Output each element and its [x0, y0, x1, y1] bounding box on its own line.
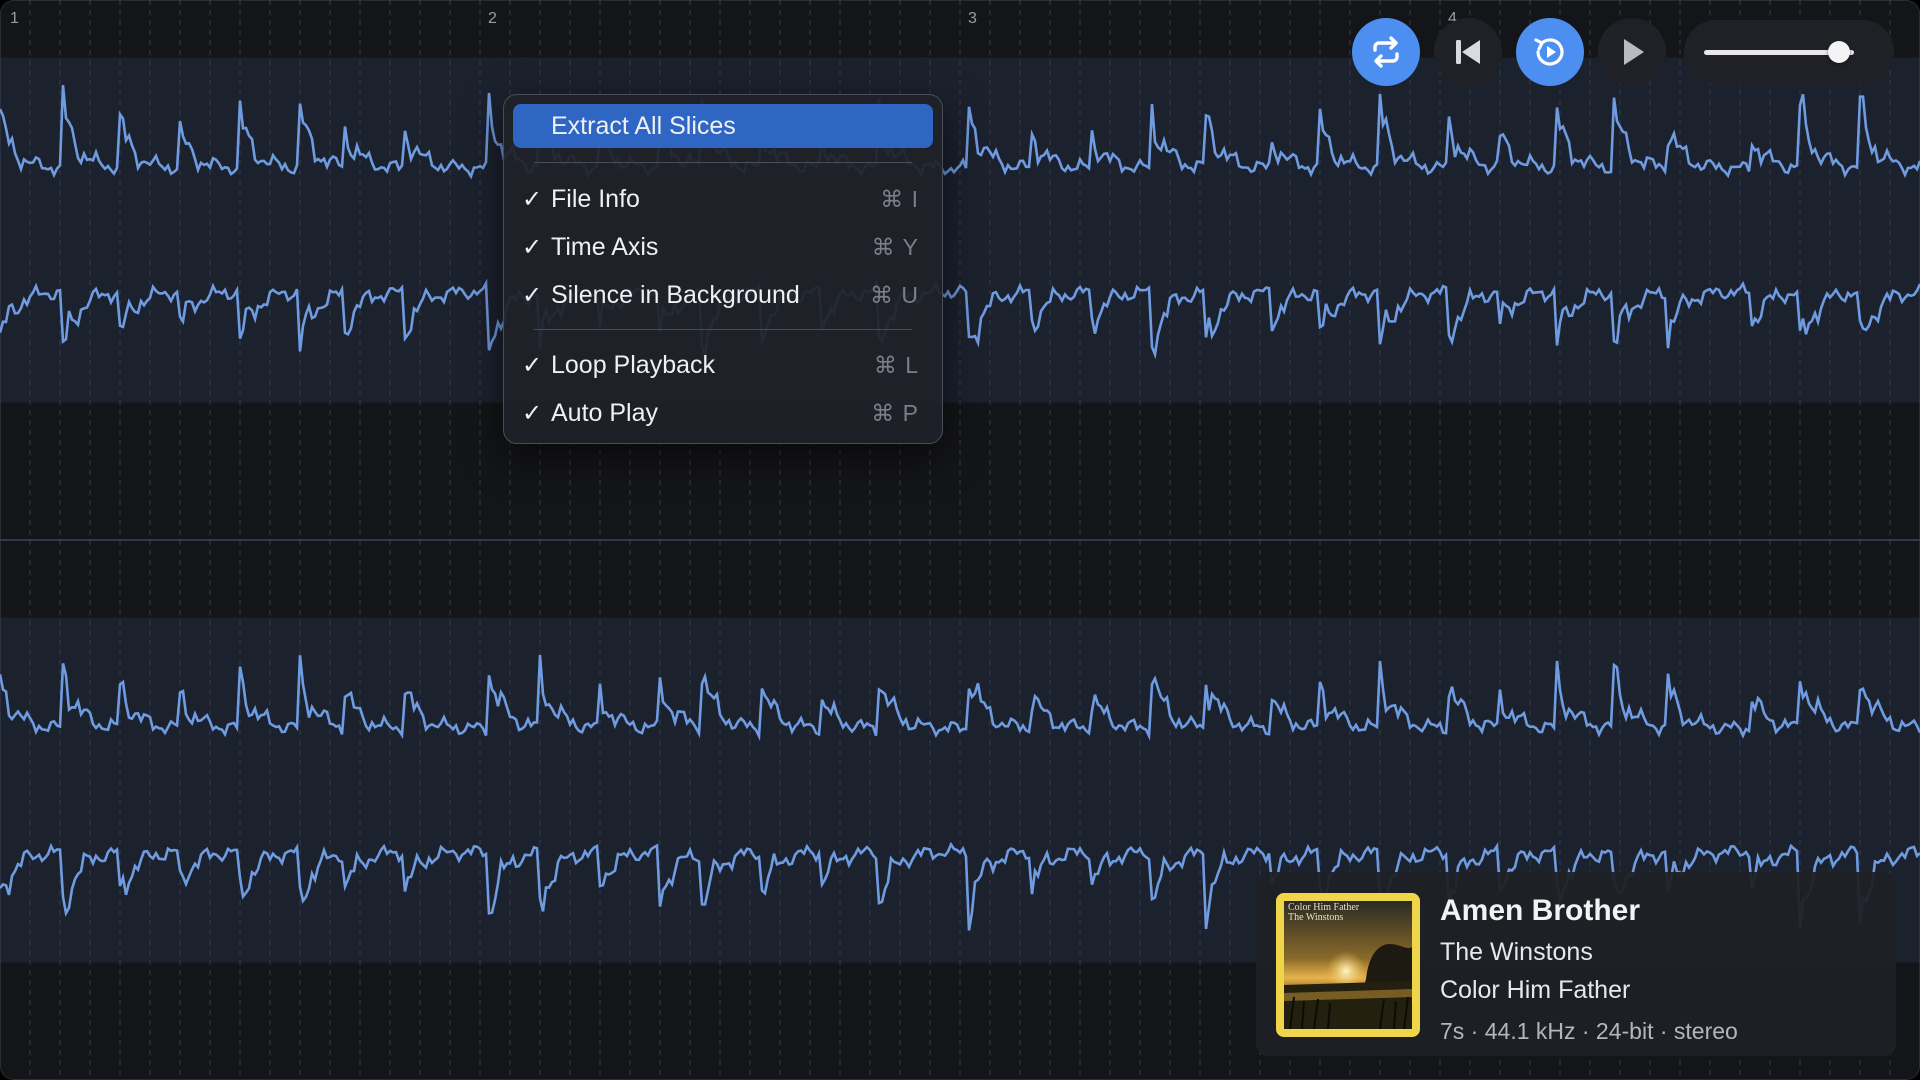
menu-item-label: File Info [551, 184, 640, 213]
menu-item-shortcut: ⌘ U [870, 281, 919, 308]
track-album: Color Him Father [1440, 976, 1631, 1004]
menu-item-label: Time Axis [551, 232, 659, 261]
bar-number-2: 2 [488, 10, 497, 27]
bar-number-3: 3 [968, 10, 977, 27]
menu-item-shortcut: ⌘ Y [871, 233, 919, 260]
menu-item-auto-play[interactable]: ✓ Auto Play ⌘ P [513, 391, 933, 435]
track-details: 7s · 44.1 kHz · 24-bit · stereo [1440, 1018, 1738, 1044]
menu-separator [534, 329, 912, 330]
menu-item-label: Auto Play [551, 398, 659, 427]
menu-item-time-axis[interactable]: ✓ Time Axis ⌘ Y [513, 225, 933, 269]
checkmark-icon: ✓ [521, 233, 543, 261]
album-cover: Color Him Father The Winstons [1276, 893, 1420, 1037]
checkmark-icon: ✓ [521, 185, 543, 213]
checkmark-icon: ✓ [521, 281, 543, 309]
checkmark-icon: ✓ [521, 351, 543, 379]
bar-number-1: 1 [10, 10, 19, 27]
menu-item-label: Extract All Slices [551, 111, 736, 140]
loop-button[interactable] [1352, 18, 1420, 86]
menu-separator [534, 162, 912, 163]
menu-item-loop-playback[interactable]: ✓ Loop Playback ⌘ L [513, 343, 933, 387]
play-icon [1624, 39, 1644, 65]
menu-item-silence-in-background[interactable]: ✓ Silence in Background ⌘ U [513, 273, 933, 317]
menu-item-label: Silence in Background [551, 280, 800, 309]
cover-artist-text: The Winstons [1288, 912, 1344, 923]
menu-item-extract-all-slices[interactable]: Extract All Slices [513, 104, 933, 148]
menu-item-shortcut: ⌘ I [880, 185, 919, 212]
track-title: Amen Brother [1440, 894, 1641, 927]
context-menu: Extract All Slices ✓ File Info ⌘ I ✓ Tim… [503, 94, 943, 444]
loop-icon [1373, 36, 1399, 68]
play-button[interactable] [1598, 18, 1666, 86]
menu-item-shortcut: ⌘ L [873, 351, 919, 378]
checkmark-icon: ✓ [521, 399, 543, 427]
track-artist: The Winstons [1440, 938, 1593, 966]
volume-slider-knob[interactable] [1828, 41, 1850, 63]
menu-item-shortcut: ⌘ P [871, 399, 919, 426]
volume-control [1684, 20, 1894, 84]
file-info-panel: Color Him Father The Winstons Amen Broth… [1256, 872, 1896, 1056]
sample-editor-window: 1 2 3 4 Extract All Slices ✓ File Info ⌘… [0, 0, 1920, 1080]
auto-play-button[interactable] [1516, 18, 1584, 86]
menu-item-file-info[interactable]: ✓ File Info ⌘ I [513, 177, 933, 221]
skip-back-icon [1456, 40, 1480, 64]
skip-back-button[interactable] [1434, 18, 1502, 86]
menu-item-label: Loop Playback [551, 350, 716, 379]
auto-play-icon [1534, 38, 1564, 66]
